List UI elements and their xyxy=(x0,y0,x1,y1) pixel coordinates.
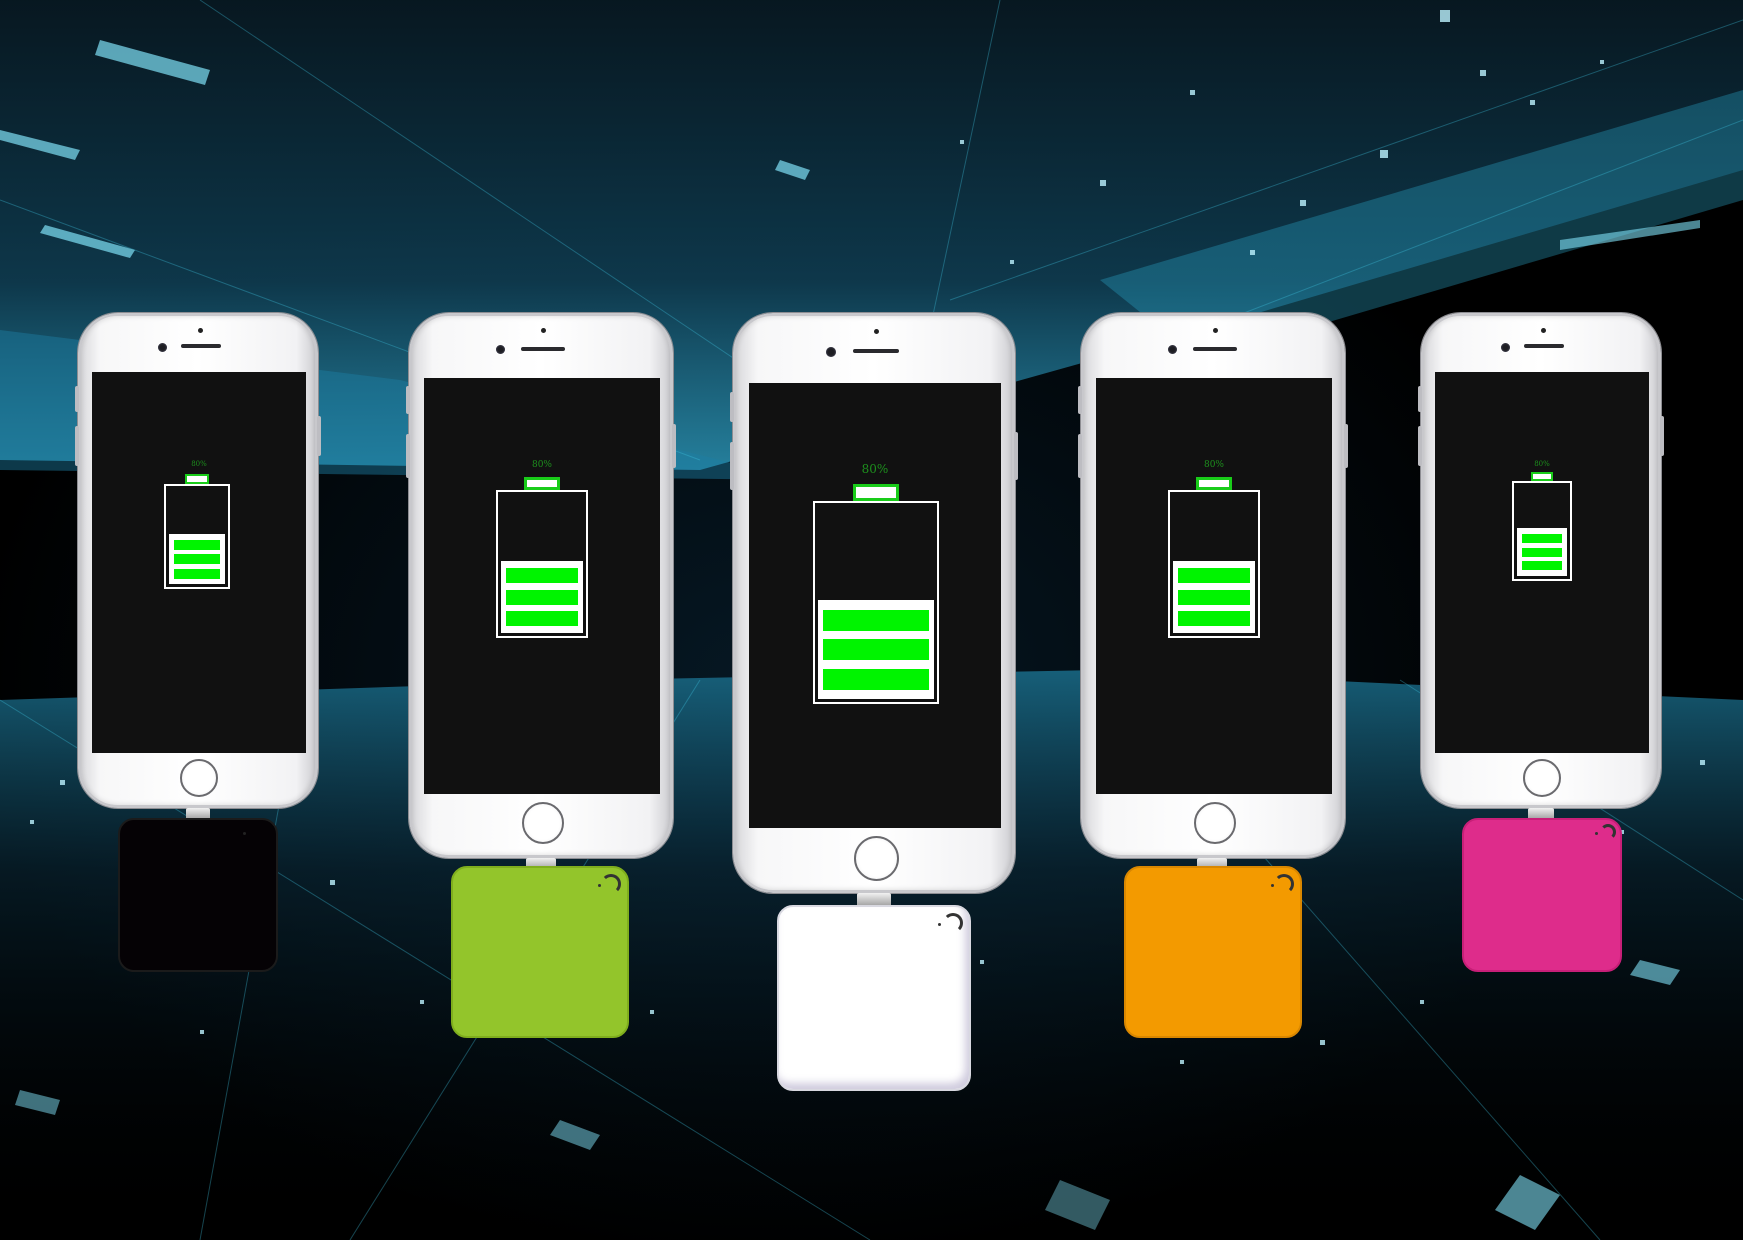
phone-screen: 80% xyxy=(424,378,660,794)
volume-button xyxy=(75,426,79,466)
power-button xyxy=(1660,416,1664,456)
volume-button xyxy=(730,442,734,490)
battery-bar xyxy=(1178,568,1250,584)
battery-bar xyxy=(1178,610,1250,626)
battery-bar xyxy=(1522,561,1562,571)
battery-terminal xyxy=(853,484,899,501)
battery-icon xyxy=(1512,481,1572,581)
phone-screen: 80% xyxy=(749,383,1001,828)
volume-button xyxy=(1418,426,1422,466)
black-powerbank xyxy=(118,818,278,972)
battery-percentage: 80% xyxy=(191,460,207,468)
green-powerbank xyxy=(451,866,629,1038)
scene: 80% 80% 80% 80% 80% xyxy=(0,0,1743,1240)
battery-terminal xyxy=(1531,472,1553,481)
earpiece-speaker xyxy=(521,347,565,351)
indicator-light xyxy=(938,923,941,926)
battery-fill xyxy=(1173,561,1255,633)
battery-percentage: 80% xyxy=(861,462,889,476)
battery-bar xyxy=(506,589,578,605)
phone: 80% xyxy=(75,313,321,808)
battery-bar xyxy=(174,539,220,550)
lanyard-hole xyxy=(943,913,963,933)
power-button xyxy=(317,416,321,456)
volume-button xyxy=(406,386,410,414)
home-button xyxy=(522,802,564,844)
volume-button xyxy=(730,392,734,422)
battery-bar xyxy=(823,668,929,690)
volume-button xyxy=(75,386,79,412)
sensor xyxy=(198,328,203,333)
front-camera xyxy=(1501,343,1510,352)
phone-screen: 80% xyxy=(1096,378,1332,794)
battery-fill xyxy=(818,600,934,699)
earpiece-speaker xyxy=(181,344,221,348)
battery-bar xyxy=(1178,589,1250,605)
lanyard-hole xyxy=(601,874,621,894)
phone: 80% xyxy=(406,313,676,858)
front-camera xyxy=(826,347,836,357)
power-button xyxy=(672,424,676,468)
battery-bar xyxy=(174,554,220,564)
home-button xyxy=(1194,802,1236,844)
indicator-light xyxy=(598,884,601,887)
lanyard-hole xyxy=(1274,874,1294,894)
pink-powerbank xyxy=(1462,818,1622,972)
front-camera xyxy=(158,343,167,352)
sensor xyxy=(1541,328,1546,333)
battery-icon xyxy=(496,490,588,638)
earpiece-speaker xyxy=(1193,347,1237,351)
battery-bar xyxy=(174,568,220,579)
battery-bar xyxy=(823,609,929,631)
sensor xyxy=(541,328,546,333)
volume-button xyxy=(1418,386,1422,412)
indicator-light xyxy=(243,832,246,835)
battery-percentage: 80% xyxy=(531,460,552,470)
battery-icon xyxy=(164,484,230,589)
battery-bar xyxy=(1522,533,1562,543)
power-button xyxy=(1014,432,1018,480)
phone: 80% xyxy=(1418,313,1664,808)
earpiece-speaker xyxy=(1524,344,1564,348)
phone: 80% xyxy=(730,313,1018,893)
battery-percentage: 80% xyxy=(1203,460,1224,470)
battery-icon xyxy=(813,501,939,704)
earpiece-speaker xyxy=(853,349,899,353)
white-powerbank xyxy=(777,905,971,1091)
battery-fill xyxy=(1517,528,1567,576)
indicator-light xyxy=(1271,884,1274,887)
battery-icon xyxy=(1168,490,1260,638)
home-button xyxy=(180,759,218,797)
battery-fill xyxy=(169,534,225,584)
home-button xyxy=(1523,759,1561,797)
battery-bar xyxy=(823,639,929,660)
battery-bar xyxy=(506,610,578,626)
volume-button xyxy=(1078,386,1082,414)
front-camera xyxy=(496,345,505,354)
power-button xyxy=(1344,424,1348,468)
battery-bar xyxy=(506,568,578,584)
front-camera xyxy=(1168,345,1177,354)
lanyard-hole xyxy=(1600,824,1616,840)
phone-screen: 80% xyxy=(92,372,306,753)
volume-button xyxy=(406,434,410,478)
sensor xyxy=(874,329,879,334)
battery-terminal xyxy=(185,474,209,484)
battery-terminal xyxy=(524,477,560,490)
battery-percentage: 80% xyxy=(1534,460,1550,468)
battery-fill xyxy=(501,561,583,633)
phone-screen: 80% xyxy=(1435,372,1649,753)
indicator-light xyxy=(1595,832,1598,835)
orange-powerbank xyxy=(1124,866,1302,1038)
home-button xyxy=(854,836,899,881)
phone: 80% xyxy=(1078,313,1348,858)
volume-button xyxy=(1078,434,1082,478)
battery-bar xyxy=(1522,547,1562,557)
battery-terminal xyxy=(1196,477,1232,490)
sensor xyxy=(1213,328,1218,333)
